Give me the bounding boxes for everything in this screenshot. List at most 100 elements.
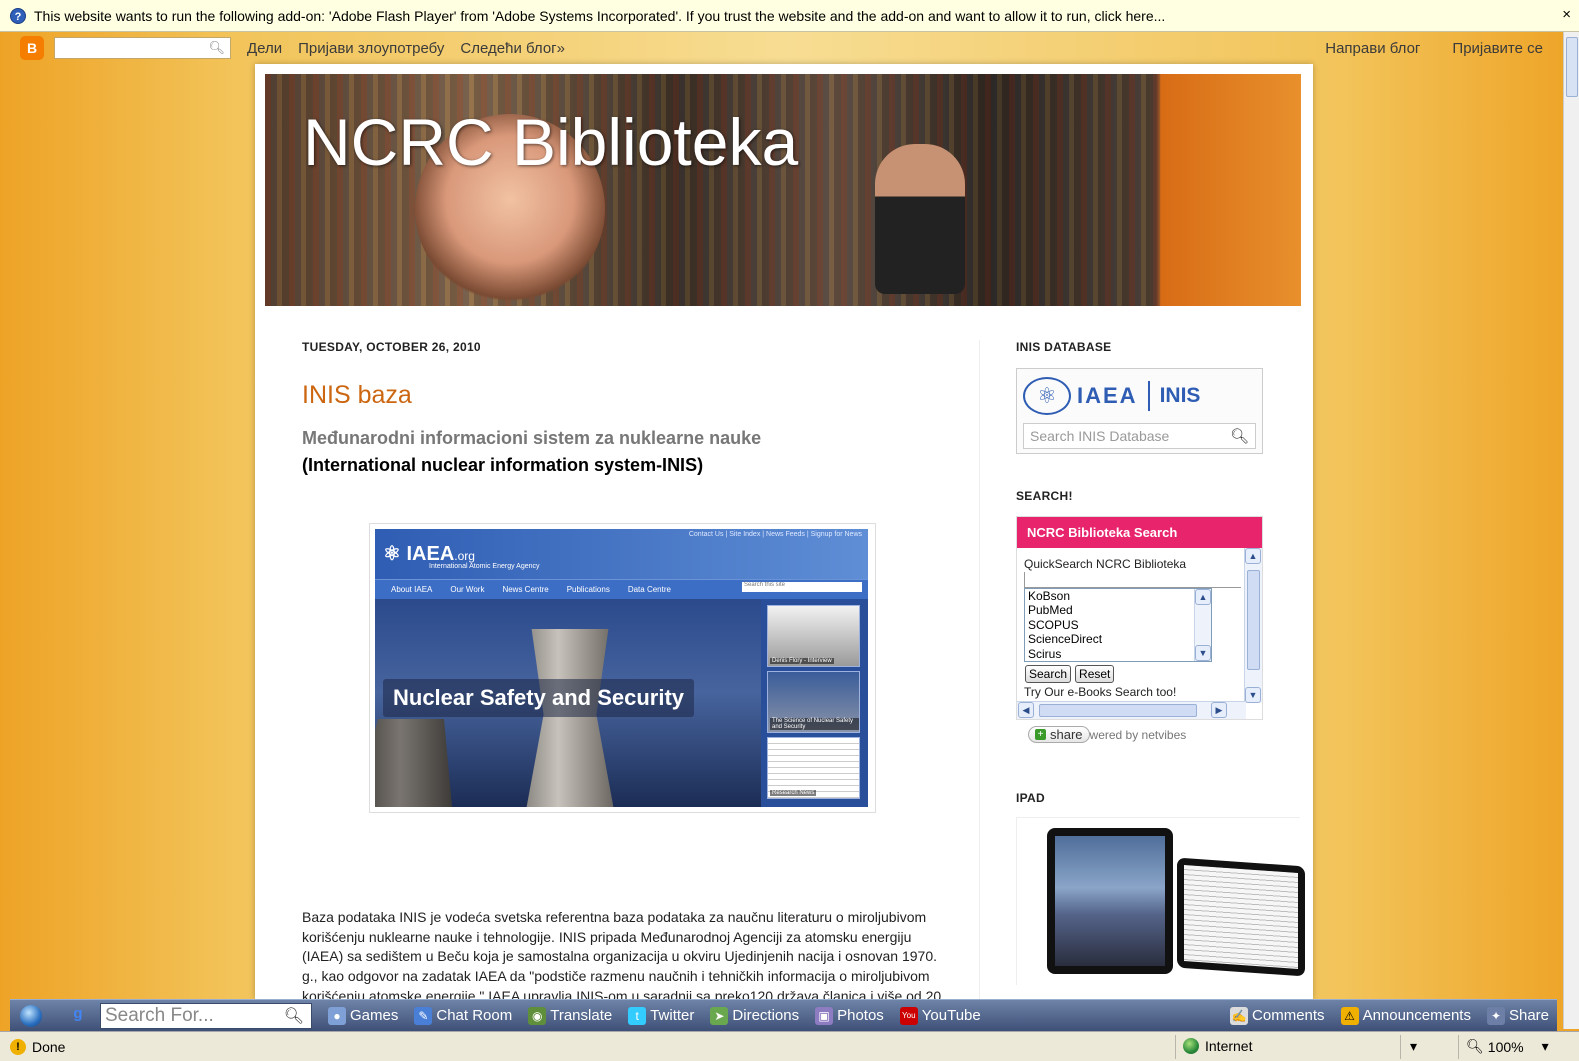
- iaea-menu-item: Data Centre: [627, 585, 671, 594]
- iaea-logo-org: .org: [454, 549, 475, 563]
- infobar-message[interactable]: This website wants to run the following …: [34, 8, 1165, 24]
- iaea-menu-item: News Centre: [502, 585, 549, 594]
- toolbar-games[interactable]: ● Games: [328, 1006, 398, 1025]
- reset-button[interactable]: Reset: [1075, 665, 1115, 683]
- iaea-agency-name: International Atomic Energy Agency: [429, 563, 540, 570]
- database-select-list[interactable]: KoBson PubMed SCOPUS ScienceDirect Sciru…: [1024, 588, 1212, 662]
- chevron-up-icon[interactable]: ▲: [1195, 589, 1211, 605]
- blogger-navbar: B 🔍︎ Дели Пријави злоупотребу Следећи бл…: [0, 32, 1563, 64]
- toolbar-item-label: Share: [1508, 1007, 1549, 1024]
- inis-search-input[interactable]: Search INIS Database 🔍︎: [1023, 423, 1256, 449]
- toolbar-translate[interactable]: ◉ Translate: [528, 1006, 612, 1025]
- list-option[interactable]: SCOPUS: [1028, 618, 1211, 632]
- protected-mode-icon[interactable]: ▾: [1410, 1038, 1417, 1055]
- search-button[interactable]: Search: [1025, 665, 1072, 683]
- scrollbar-thumb[interactable]: [1039, 704, 1197, 717]
- security-zone[interactable]: Internet: [1183, 1038, 1252, 1054]
- next-blog-link[interactable]: Следећи блог»: [460, 40, 565, 57]
- warning-icon: !: [10, 1038, 26, 1055]
- blog-title[interactable]: NCRC Biblioteka: [303, 104, 798, 180]
- share-link[interactable]: Дели: [247, 40, 282, 57]
- quicksearch-label: QuickSearch NCRC Biblioteka: [1024, 557, 1187, 571]
- iaea-thumb: Research News: [767, 737, 860, 799]
- iaea-inis-logo[interactable]: ⚛ IAEA INIS: [1023, 377, 1200, 415]
- sign-in-link[interactable]: Пријавите се: [1452, 40, 1543, 57]
- google-icon[interactable]: g: [66, 1005, 90, 1027]
- toolbar-twitter[interactable]: t Twitter: [628, 1006, 694, 1025]
- toolbar-item-label: Directions: [732, 1007, 800, 1024]
- search-icon[interactable]: 🔍︎: [1230, 427, 1249, 445]
- globe-icon[interactable]: [20, 1004, 42, 1027]
- toolbar-chat-room[interactable]: ✎ Chat Room: [414, 1006, 512, 1025]
- chevron-down-icon[interactable]: ▾: [1542, 1038, 1549, 1055]
- toolbar-item-label: YouTube: [921, 1007, 981, 1024]
- photos-icon: ▣: [815, 1006, 834, 1025]
- youtube-icon: You: [899, 1006, 918, 1025]
- navbar-search-input[interactable]: 🔍︎: [54, 37, 231, 59]
- ipad-screen: [1055, 836, 1165, 966]
- list-scrollbar[interactable]: ▲ ▼: [1194, 589, 1211, 661]
- report-abuse-link[interactable]: Пријави злоупотребу: [298, 40, 444, 57]
- post-title[interactable]: INIS baza: [302, 381, 952, 410]
- iaea-top-links: Contact Us | Site Index | News Feeds | S…: [688, 531, 862, 538]
- toolbar-youtube[interactable]: You YouTube: [899, 1006, 981, 1025]
- iaea-logo-text: IAEA: [1077, 383, 1138, 408]
- list-option[interactable]: KoBson: [1028, 589, 1211, 603]
- status-bar: ! Done Internet ▾ 🔍︎ 100% ▾: [0, 1031, 1579, 1061]
- scrollbar-thumb[interactable]: [1247, 570, 1260, 670]
- search-icon[interactable]: 🔍︎: [284, 1006, 304, 1026]
- iaea-thumb: Denis Flory - Interview: [767, 605, 860, 667]
- scrollbar-thumb[interactable]: [1566, 37, 1578, 97]
- zoom-icon: 🔍︎: [1466, 1038, 1484, 1054]
- blogger-logo-icon[interactable]: B: [20, 36, 44, 60]
- list-option[interactable]: Scirus: [1028, 647, 1211, 661]
- netvibes-widget-header: NCRC Biblioteka Search: [1017, 517, 1262, 548]
- toolbar-directions[interactable]: ➤ Directions: [710, 1006, 800, 1025]
- toolbar-search-input[interactable]: Search For... 🔍︎: [100, 1002, 312, 1029]
- list-option[interactable]: PubMed: [1028, 603, 1211, 617]
- toolbar-item-label: Comments: [1252, 1007, 1325, 1024]
- zoom-control[interactable]: 🔍︎ 100% ▾: [1466, 1038, 1549, 1055]
- ipad-widget-title: IPAD: [1016, 791, 1045, 805]
- addon-infobar[interactable]: ? This website wants to run the followin…: [0, 0, 1579, 32]
- toolbar-comments[interactable]: ✍ Comments: [1230, 1006, 1325, 1025]
- widget-vertical-scrollbar[interactable]: ▲ ▼: [1244, 548, 1262, 703]
- ipad-image[interactable]: [1016, 817, 1305, 985]
- create-blog-link[interactable]: Направи блог: [1325, 40, 1420, 57]
- post-subtitle: Međunarodni informacioni sistem za nukle…: [302, 428, 762, 448]
- page-scrollbar[interactable]: [1563, 32, 1579, 1029]
- iaea-header: Contact Us | Site Index | News Feeds | S…: [375, 529, 868, 579]
- iaea-search-box: Search this site: [742, 582, 862, 592]
- toolbar-share[interactable]: ✦ Share: [1486, 1006, 1549, 1025]
- zone-label: Internet: [1205, 1038, 1253, 1054]
- share-button[interactable]: + share: [1028, 726, 1090, 743]
- widget-horizontal-scrollbar[interactable]: ◀ ▶: [1017, 701, 1246, 719]
- translate-icon: ◉: [528, 1006, 547, 1025]
- search-icon[interactable]: 🔍︎: [208, 40, 225, 56]
- chevron-up-icon[interactable]: ▲: [1245, 548, 1261, 564]
- iaea-hero-text: Nuclear Safety and Security: [383, 679, 695, 717]
- browser-toolbar: g Search For... 🔍︎ ● Games ✎ Chat Room ◉ Tr…: [10, 999, 1557, 1031]
- chevron-down-icon[interactable]: ▼: [1195, 645, 1211, 661]
- close-icon[interactable]: ×: [1562, 6, 1571, 23]
- iaea-thumb: The Science of Nuclear Safety and Securi…: [767, 671, 860, 733]
- chevron-left-icon[interactable]: ◀: [1018, 702, 1034, 718]
- list-option[interactable]: ScienceDirect: [1028, 632, 1211, 646]
- gamepad-icon: ●: [328, 1006, 346, 1025]
- form-buttons: Search Reset: [1025, 665, 1115, 683]
- cooling-tower-image: [375, 719, 455, 807]
- post-image[interactable]: Contact Us | Site Index | News Feeds | S…: [369, 523, 876, 813]
- chevron-down-icon[interactable]: ▼: [1245, 687, 1261, 703]
- quicksearch-input[interactable]: [1024, 572, 1241, 588]
- logo-divider: [1147, 381, 1150, 411]
- toolbar-photos[interactable]: ▣ Photos: [815, 1006, 884, 1025]
- toolbar-announcements[interactable]: ⚠ Announcements: [1340, 1006, 1471, 1025]
- status-separator: [1175, 1035, 1176, 1059]
- share-label: share: [1050, 727, 1083, 742]
- globe-icon: [1183, 1038, 1199, 1054]
- blog-header[interactable]: NCRC Biblioteka: [265, 74, 1301, 306]
- iaea-side-thumbs: Denis Flory - Interview The Science of N…: [767, 605, 860, 803]
- blog-page: NCRC Biblioteka TUESDAY, OCTOBER 26, 201…: [255, 64, 1313, 1024]
- chevron-right-icon[interactable]: ▶: [1211, 702, 1227, 718]
- powered-by-text[interactable]: wered by netvibes: [1090, 728, 1187, 742]
